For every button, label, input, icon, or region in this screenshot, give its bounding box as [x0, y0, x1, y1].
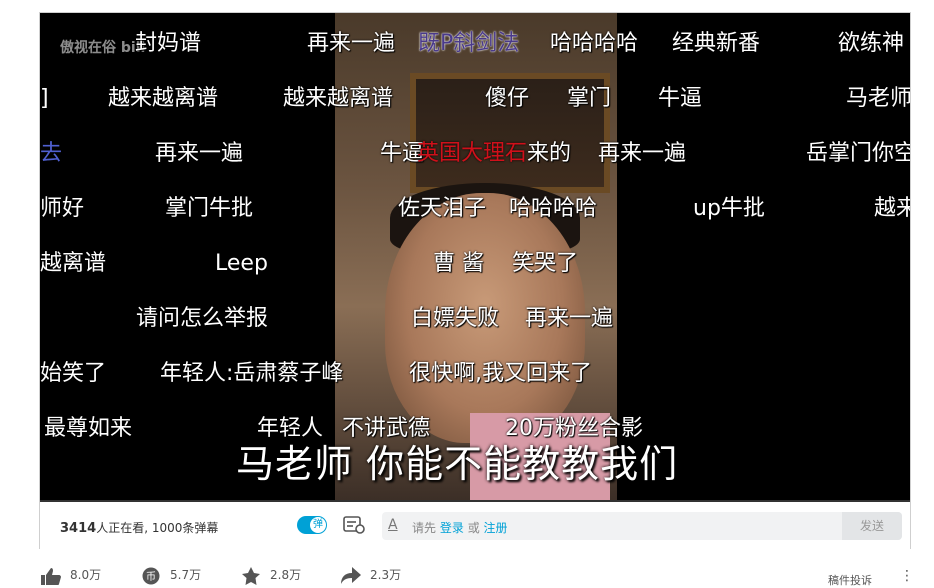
danmaku-comment: 欲练神	[838, 31, 905, 56]
danmaku-comment: 岳掌门你空	[806, 141, 910, 166]
danmaku-comment: 再来一遍	[525, 306, 614, 331]
danmaku-comment: 师好	[40, 196, 85, 221]
login-prompt: 请先 登录 或 注册	[412, 519, 508, 536]
danmaku-comment: 傻仔	[485, 86, 530, 111]
login-prompt-or: 或	[467, 521, 480, 535]
danmaku-comment: 越来越离谱	[108, 86, 219, 111]
danmaku-comment: up牛批	[693, 196, 765, 221]
video-actions: 8.0万 币 5.7万 2.8万 2.3万 稿件投诉 ⋮	[40, 560, 920, 587]
danmaku-comment: 笑哭了	[512, 251, 579, 276]
danmaku-input[interactable]: A 请先 登录 或 注册 发送	[382, 512, 902, 540]
danmaku-comment: Leep	[215, 251, 268, 276]
danmaku-comment: 封妈谱	[135, 31, 202, 56]
danmaku-comment: 始笑了	[40, 361, 107, 386]
video-player[interactable]: 傲视在俗 bili 封妈谱 再来一遍 既P斜剑法 哈哈哈哈 经典新番 欲练神] 越来越离谱越…	[39, 12, 911, 550]
danmaku-send-bar: 3414人正在看, 1000条弹幕 弹 A 请先 登录 或 注册 发送	[40, 502, 910, 550]
share-action[interactable]: 2.3万	[340, 566, 401, 585]
danmaku-comment: 掌门	[567, 86, 612, 111]
danmaku-comment: 再来一遍	[307, 31, 396, 56]
viewer-number: 3414	[60, 521, 97, 536]
danmaku-comment: 来的	[527, 141, 572, 166]
font-style-icon[interactable]: A	[388, 517, 398, 533]
coin-icon: 币	[142, 567, 160, 584]
channel-watermark: 傲视在俗 bili	[60, 40, 146, 56]
danmaku-comment: 越来越离谱	[283, 86, 394, 111]
danmaku-comment: 很快啊,我又回来了	[409, 361, 592, 386]
danmaku-comment: 哈哈哈哈	[550, 31, 639, 56]
like-action[interactable]: 8.0万	[40, 566, 101, 585]
report-link[interactable]: 稿件投诉	[828, 572, 872, 588]
danmaku-comment: 年轻人:岳肃蔡子峰	[160, 361, 344, 386]
danmaku-comment: 英国大理石	[417, 141, 528, 166]
danmaku-comment: ]	[40, 86, 49, 111]
danmaku-comment: 哈哈哈哈	[509, 196, 598, 221]
share-arrow-icon	[341, 566, 361, 584]
danmaku-comment: 牛逼	[658, 86, 703, 111]
danmaku-comment: 再来一遍	[598, 141, 687, 166]
danmaku-comment: 请问怎么举报	[136, 306, 269, 331]
video-subtitle: 马老师 你能不能教教我们	[236, 442, 679, 486]
danmaku-comment: 经典新番	[672, 31, 761, 56]
login-link[interactable]: 登录	[440, 521, 464, 535]
danmaku-settings-icon[interactable]	[343, 515, 365, 535]
danmaku-comment: 马老师	[846, 86, 910, 111]
svg-text:币: 币	[146, 571, 156, 583]
like-count: 8.0万	[70, 568, 102, 582]
danmaku-comment: 最尊如来	[44, 416, 133, 441]
danmaku-comment: 白嫖失败	[411, 306, 500, 331]
viewer-text: 人正在看, 1000条弹幕	[96, 521, 219, 535]
danmaku-comment: 佐天泪子	[398, 196, 487, 221]
danmaku-comment: 越离谱	[40, 251, 107, 276]
send-button[interactable]: 发送	[842, 512, 902, 540]
danmaku-comment: 去	[40, 141, 63, 166]
star-icon	[242, 566, 260, 585]
viewer-count: 3414人正在看, 1000条弹幕	[60, 519, 218, 536]
coin-action[interactable]: 币 5.7万	[140, 566, 201, 585]
thumbs-up-icon	[41, 567, 61, 585]
share-count: 2.3万	[370, 568, 402, 582]
danmaku-toggle[interactable]: 弹	[297, 516, 327, 534]
favorite-action[interactable]: 2.8万	[240, 566, 301, 585]
favorite-count: 2.8万	[270, 568, 302, 582]
coin-count: 5.7万	[170, 568, 202, 582]
register-link[interactable]: 注册	[484, 521, 508, 535]
danmaku-comment: 越来	[874, 196, 910, 221]
danmaku-comment: 再来一遍	[155, 141, 244, 166]
more-icon[interactable]: ⋮	[900, 568, 914, 584]
danmaku-comment: 掌门牛批	[165, 196, 254, 221]
danmaku-comment: 既P斜剑法	[418, 31, 520, 56]
video-frame[interactable]: 傲视在俗 bili 封妈谱 再来一遍 既P斜剑法 哈哈哈哈 经典新番 欲练神] 越来越离谱越…	[40, 13, 910, 502]
login-prompt-prefix: 请先	[412, 521, 437, 535]
danmaku-comment: 曹 酱	[433, 251, 484, 276]
danmaku-toggle-knob: 弹	[310, 517, 326, 533]
